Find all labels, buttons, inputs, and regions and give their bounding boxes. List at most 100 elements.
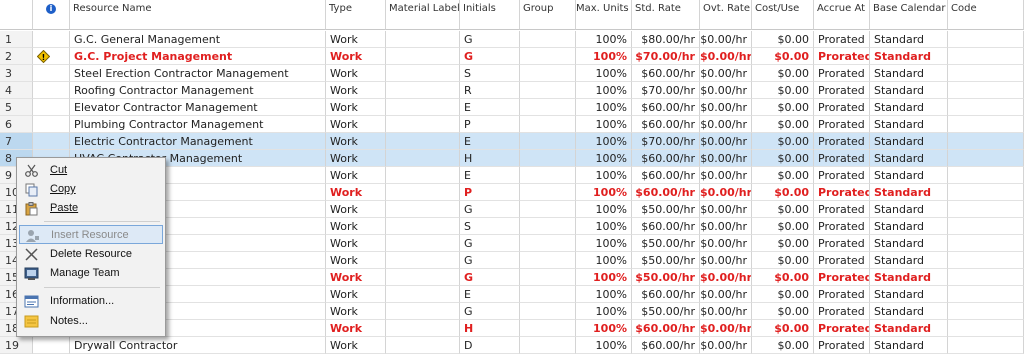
cell-accrue-at[interactable]: Prorated bbox=[814, 201, 870, 218]
cell-base-calendar[interactable]: Standard bbox=[870, 320, 948, 337]
cell-accrue-at[interactable]: Prorated bbox=[814, 99, 870, 116]
cell-name[interactable]: Steel Erection Contractor Management bbox=[70, 65, 326, 82]
cell-std-rate[interactable]: $50.00/hr bbox=[632, 201, 700, 218]
cell-type[interactable]: Work bbox=[326, 235, 386, 252]
cell-ovt-rate[interactable]: $0.00/hr bbox=[700, 184, 752, 201]
cell-ovt-rate[interactable]: $0.00/hr bbox=[700, 235, 752, 252]
cell-initials[interactable]: E bbox=[460, 167, 520, 184]
cell-code[interactable] bbox=[948, 150, 1024, 167]
cell-accrue-at[interactable]: Prorated bbox=[814, 320, 870, 337]
cell-initials[interactable]: G bbox=[460, 31, 520, 48]
cell-mat[interactable] bbox=[386, 31, 460, 48]
cell-accrue-at[interactable]: Prorated bbox=[814, 133, 870, 150]
cell-name[interactable]: Plumbing Contractor Management bbox=[70, 116, 326, 133]
header-material-label[interactable]: Material Label bbox=[386, 0, 460, 30]
header-resource-name[interactable]: Resource Name bbox=[70, 0, 326, 30]
cell-ovt-rate[interactable]: $0.00/hr bbox=[700, 337, 752, 354]
cell-mat[interactable] bbox=[386, 337, 460, 354]
header-cost-use[interactable]: Cost/Use bbox=[752, 0, 814, 30]
cell-ovt-rate[interactable]: $0.00/hr bbox=[700, 286, 752, 303]
cell-id[interactable]: 6 bbox=[0, 116, 33, 133]
header-row-id[interactable] bbox=[0, 0, 33, 30]
header-std-rate[interactable]: Std. Rate bbox=[632, 0, 700, 30]
cell-initials[interactable]: G bbox=[460, 269, 520, 286]
cell-code[interactable] bbox=[948, 133, 1024, 150]
cell-id[interactable]: 4 bbox=[0, 82, 33, 99]
cell-max-units[interactable]: 100% bbox=[576, 99, 632, 116]
cell-cost-use[interactable]: $0.00 bbox=[752, 31, 814, 48]
cell-mat[interactable] bbox=[386, 201, 460, 218]
cell-mat[interactable] bbox=[386, 252, 460, 269]
cell-mat[interactable] bbox=[386, 65, 460, 82]
cell-type[interactable]: Work bbox=[326, 65, 386, 82]
cell-std-rate[interactable]: $60.00/hr bbox=[632, 184, 700, 201]
cell-mat[interactable] bbox=[386, 218, 460, 235]
cell-mat[interactable] bbox=[386, 48, 460, 65]
cell-accrue-at[interactable]: Prorated bbox=[814, 184, 870, 201]
cell-max-units[interactable]: 100% bbox=[576, 320, 632, 337]
cell-std-rate[interactable]: $60.00/hr bbox=[632, 320, 700, 337]
cell-accrue-at[interactable]: Prorated bbox=[814, 150, 870, 167]
cell-cost-use[interactable]: $0.00 bbox=[752, 184, 814, 201]
header-base-calendar[interactable]: Base Calendar bbox=[870, 0, 948, 30]
cell-initials[interactable]: H bbox=[460, 150, 520, 167]
cell-mat[interactable] bbox=[386, 150, 460, 167]
cell-ind[interactable]: ! bbox=[33, 48, 70, 65]
cell-type[interactable]: Work bbox=[326, 201, 386, 218]
cell-base-calendar[interactable]: Standard bbox=[870, 99, 948, 116]
cell-grp[interactable] bbox=[520, 201, 576, 218]
cell-mat[interactable] bbox=[386, 286, 460, 303]
cell-base-calendar[interactable]: Standard bbox=[870, 184, 948, 201]
cell-ind[interactable] bbox=[33, 65, 70, 82]
cell-type[interactable]: Work bbox=[326, 218, 386, 235]
cell-grp[interactable] bbox=[520, 269, 576, 286]
cell-accrue-at[interactable]: Prorated bbox=[814, 218, 870, 235]
cell-std-rate[interactable]: $50.00/hr bbox=[632, 252, 700, 269]
cell-ovt-rate[interactable]: $0.00/hr bbox=[700, 320, 752, 337]
cell-initials[interactable]: S bbox=[460, 65, 520, 82]
cell-base-calendar[interactable]: Standard bbox=[870, 133, 948, 150]
cell-id[interactable]: 7 bbox=[0, 133, 33, 150]
cell-grp[interactable] bbox=[520, 31, 576, 48]
cell-initials[interactable]: G bbox=[460, 201, 520, 218]
cell-base-calendar[interactable]: Standard bbox=[870, 201, 948, 218]
cell-base-calendar[interactable]: Standard bbox=[870, 303, 948, 320]
cell-cost-use[interactable]: $0.00 bbox=[752, 303, 814, 320]
cell-std-rate[interactable]: $60.00/hr bbox=[632, 65, 700, 82]
cell-ovt-rate[interactable]: $0.00/hr bbox=[700, 269, 752, 286]
cell-ind[interactable] bbox=[33, 31, 70, 48]
cell-cost-use[interactable]: $0.00 bbox=[752, 99, 814, 116]
cell-std-rate[interactable]: $80.00/hr bbox=[632, 31, 700, 48]
cell-code[interactable] bbox=[948, 65, 1024, 82]
menu-item-insert-resource[interactable]: Insert Resource bbox=[19, 225, 163, 244]
header-group[interactable]: Group bbox=[520, 0, 576, 30]
cell-grp[interactable] bbox=[520, 133, 576, 150]
cell-grp[interactable] bbox=[520, 252, 576, 269]
cell-mat[interactable] bbox=[386, 82, 460, 99]
cell-type[interactable]: Work bbox=[326, 303, 386, 320]
cell-accrue-at[interactable]: Prorated bbox=[814, 337, 870, 354]
cell-cost-use[interactable]: $0.00 bbox=[752, 235, 814, 252]
cell-type[interactable]: Work bbox=[326, 48, 386, 65]
cell-code[interactable] bbox=[948, 218, 1024, 235]
cell-ovt-rate[interactable]: $0.00/hr bbox=[700, 31, 752, 48]
cell-ovt-rate[interactable]: $0.00/hr bbox=[700, 303, 752, 320]
cell-code[interactable] bbox=[948, 82, 1024, 99]
cell-std-rate[interactable]: $50.00/hr bbox=[632, 303, 700, 320]
cell-name[interactable]: G.C. General Management bbox=[70, 31, 326, 48]
cell-initials[interactable]: E bbox=[460, 99, 520, 116]
cell-type[interactable]: Work bbox=[326, 286, 386, 303]
header-type[interactable]: Type bbox=[326, 0, 386, 30]
cell-max-units[interactable]: 100% bbox=[576, 218, 632, 235]
cell-type[interactable]: Work bbox=[326, 150, 386, 167]
menu-item-information[interactable]: Information... bbox=[19, 292, 163, 311]
cell-code[interactable] bbox=[948, 235, 1024, 252]
cell-base-calendar[interactable]: Standard bbox=[870, 65, 948, 82]
cell-mat[interactable] bbox=[386, 133, 460, 150]
cell-mat[interactable] bbox=[386, 116, 460, 133]
cell-id[interactable]: 2 bbox=[0, 48, 33, 65]
cell-cost-use[interactable]: $0.00 bbox=[752, 252, 814, 269]
cell-grp[interactable] bbox=[520, 235, 576, 252]
menu-item-paste[interactable]: Paste bbox=[19, 199, 163, 218]
cell-initials[interactable]: S bbox=[460, 218, 520, 235]
